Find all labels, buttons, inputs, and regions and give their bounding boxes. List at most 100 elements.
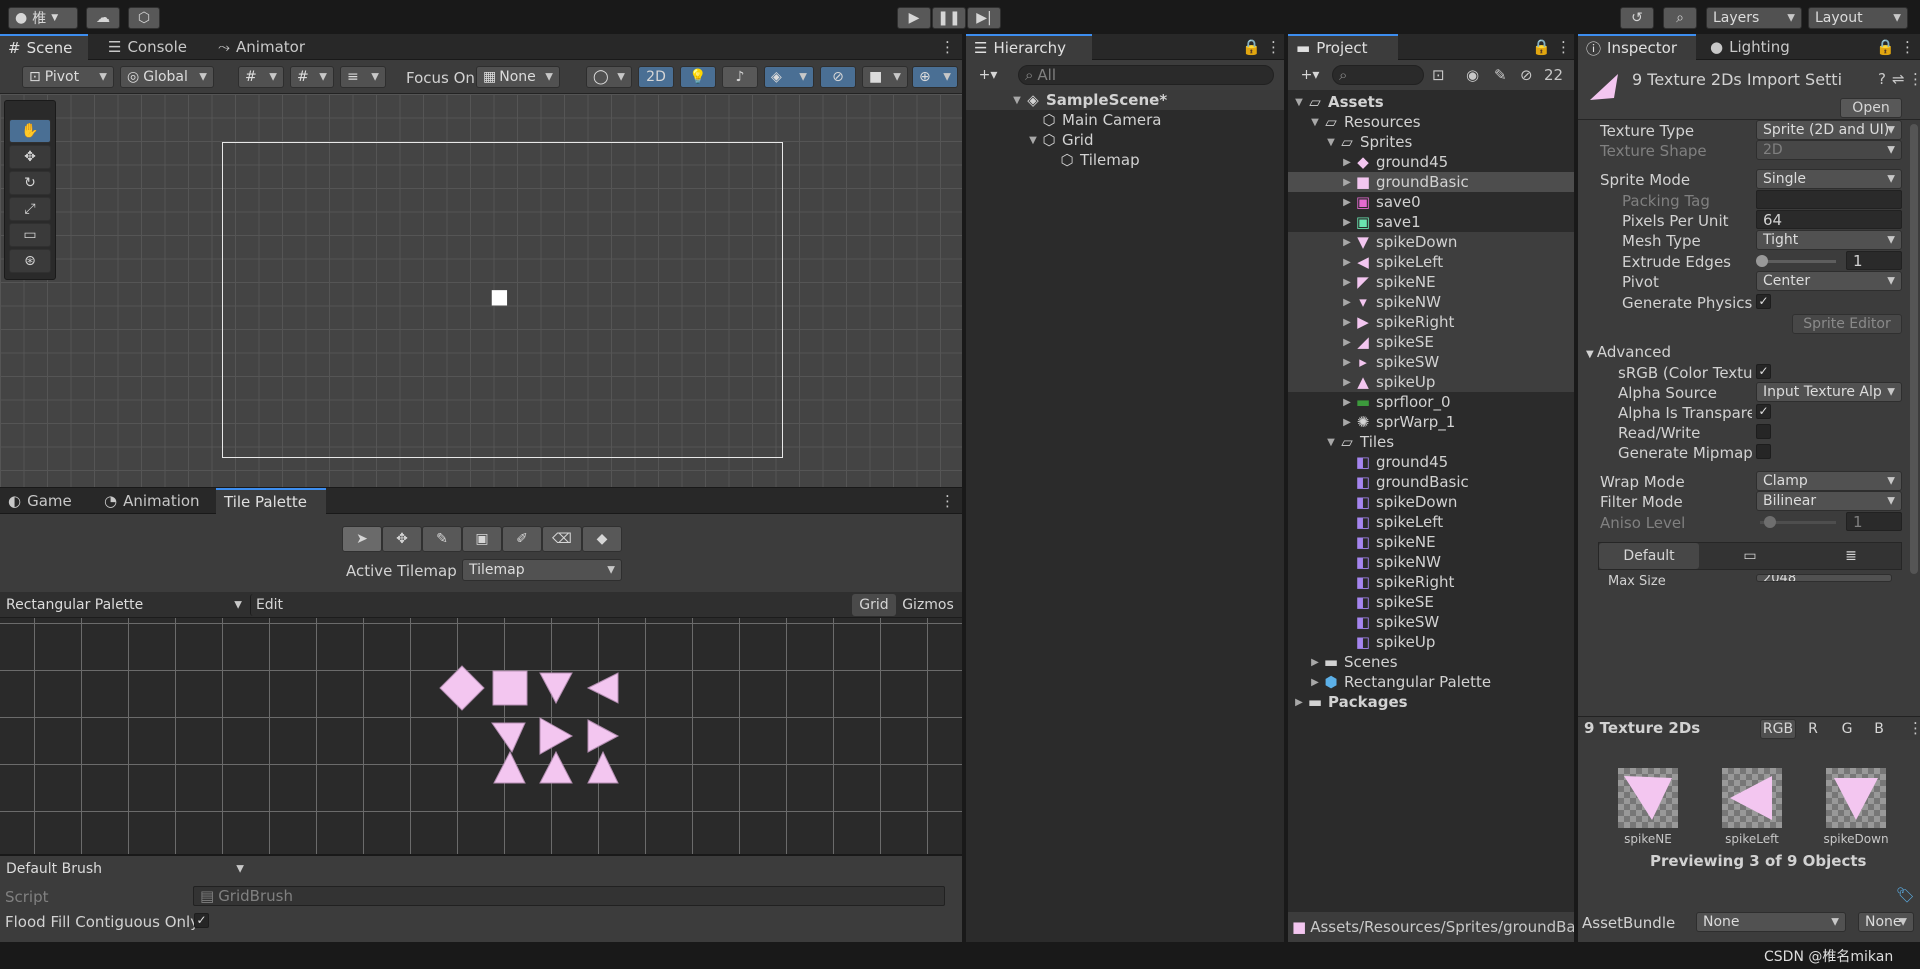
- tree-sprite-spikesw[interactable]: ▶ ▸ spikeSW: [1288, 352, 1439, 372]
- ruler-dropdown[interactable]: ≡ ▼: [340, 66, 386, 88]
- shading-dropdown[interactable]: ◯ ▼: [586, 66, 632, 88]
- preview-item[interactable]: spikeLeft: [1712, 768, 1792, 848]
- tree-rectangular-palette[interactable]: ▶ ⬢ Rectangular Palette: [1288, 672, 1491, 692]
- help-icon[interactable]: ?: [1878, 70, 1886, 88]
- search-by-type-icon[interactable]: ⊡: [1432, 66, 1445, 84]
- gizmos-dropdown[interactable]: ⊕ ▼: [912, 66, 958, 88]
- open-button[interactable]: Open: [1840, 98, 1902, 118]
- camera-gizmo-icon[interactable]: ■: [490, 284, 509, 308]
- hierarchy-search-input[interactable]: ⌕ All: [1018, 65, 1274, 85]
- tree-tile-ground45[interactable]: ◧ ground45: [1288, 452, 1448, 472]
- palette-grid[interactable]: [0, 618, 962, 854]
- tree-tile-groundbasic[interactable]: ◧ groundBasic: [1288, 472, 1469, 492]
- srgb-checkbox[interactable]: ✓: [1756, 364, 1771, 379]
- sprite-editor-button[interactable]: Sprite Editor: [1792, 314, 1902, 334]
- flood-fill-checkbox[interactable]: ✓: [194, 913, 209, 928]
- focus-on-dropdown[interactable]: ▦ None ▼: [476, 66, 560, 88]
- tree-sprite-spikeup[interactable]: ▶ ▲ spikeUp: [1288, 372, 1435, 392]
- account-dropdown[interactable]: ● 椎 ▼: [8, 7, 78, 29]
- tab-animator[interactable]: ⤳ Animator: [210, 34, 313, 60]
- tab-project[interactable]: ▬ Project: [1288, 34, 1398, 60]
- tab-inspector[interactable]: ⓘ Inspector: [1578, 34, 1696, 60]
- assetbundle-variant-dropdown[interactable]: None ▼: [1858, 912, 1914, 932]
- tab-console[interactable]: ☰ Console: [100, 34, 195, 60]
- tree-sprite-spikenw[interactable]: ▶ ▾ spikeNW: [1288, 292, 1441, 312]
- panel-menu-icon[interactable]: ⋮: [1556, 38, 1571, 56]
- tree-tile-spikeright[interactable]: ◧ spikeRight: [1288, 572, 1454, 592]
- hidden-packages-icon[interactable]: ⊘: [1520, 66, 1533, 84]
- cloud-button[interactable]: ☁: [86, 7, 120, 29]
- max-size-dropdown[interactable]: 2048: [1756, 574, 1892, 582]
- tree-sprite-groundbasic[interactable]: ▶ ■ groundBasic: [1288, 172, 1574, 192]
- fill-tool[interactable]: ◆: [582, 526, 622, 552]
- step-button[interactable]: ▶|: [967, 7, 1001, 29]
- advanced-foldout[interactable]: ▼ Advanced: [1586, 343, 1671, 361]
- tree-sprite-save0[interactable]: ▶ ▣ save0: [1288, 192, 1421, 212]
- tab-animation[interactable]: ◔ Animation: [96, 488, 208, 514]
- inspector-scrollbar[interactable]: [1910, 124, 1918, 574]
- extrude-edges-input[interactable]: 1: [1846, 251, 1902, 270]
- preset-icon[interactable]: ⇌: [1892, 70, 1905, 88]
- collab-button[interactable]: ⬡: [128, 7, 160, 29]
- select-brush-tool[interactable]: ➤: [342, 526, 382, 552]
- audio-toggle[interactable]: ♪: [722, 66, 758, 88]
- tab-scene[interactable]: # Scene: [0, 34, 88, 60]
- preview-b-button[interactable]: B: [1866, 719, 1892, 739]
- active-tilemap-dropdown[interactable]: Tilemap ▼: [462, 559, 622, 581]
- tree-tile-spikeleft[interactable]: ◧ spikeLeft: [1288, 512, 1443, 532]
- tree-tile-spikesw[interactable]: ◧ spikeSW: [1288, 612, 1439, 632]
- generate-physics-checkbox[interactable]: ✓: [1756, 294, 1771, 309]
- slider-handle[interactable]: [1756, 255, 1768, 267]
- palette-dropdown[interactable]: Rectangular Palette ▼: [0, 594, 248, 616]
- tree-tile-spikene[interactable]: ◧ spikeNE: [1288, 532, 1436, 552]
- panel-menu-icon[interactable]: ⋮: [940, 38, 955, 56]
- panel-menu-icon[interactable]: ⋮: [1266, 38, 1281, 56]
- gizmos-toggle[interactable]: Gizmos: [896, 594, 960, 616]
- tag-icon[interactable]: 🏷: [1896, 886, 1915, 904]
- tab-tile-palette[interactable]: Tile Palette: [216, 488, 326, 514]
- preview-item[interactable]: spikeDown: [1816, 768, 1896, 848]
- tree-sprite-spikene[interactable]: ▶ ◤ spikeNE: [1288, 272, 1435, 292]
- tree-tile-spikenw[interactable]: ◧ spikeNW: [1288, 552, 1441, 572]
- rect-tool[interactable]: ▭: [9, 223, 51, 247]
- mode-2d-toggle[interactable]: 2D: [638, 66, 674, 88]
- lock-icon[interactable]: 🔒: [1532, 38, 1551, 56]
- sprite-mode-dropdown[interactable]: Single ▼: [1756, 169, 1902, 189]
- tree-tile-spikese[interactable]: ◧ spikeSE: [1288, 592, 1434, 612]
- texture-type-dropdown[interactable]: Sprite (2D and UI) ▼: [1756, 120, 1902, 140]
- tree-sprite-spikeleft[interactable]: ▶ ◀ spikeLeft: [1288, 252, 1443, 272]
- project-search-input[interactable]: ⌕: [1332, 65, 1424, 85]
- search-button[interactable]: ⌕: [1663, 7, 1697, 29]
- create-dropdown[interactable]: +▾: [970, 64, 1006, 86]
- grid-toggle[interactable]: Grid: [852, 594, 896, 616]
- camera-dropdown[interactable]: ■ ▼: [862, 66, 908, 88]
- generate-mipmap-checkbox[interactable]: [1756, 444, 1771, 459]
- grid-snap-dropdown[interactable]: # ▼: [238, 66, 284, 88]
- edit-palette-button[interactable]: Edit: [250, 594, 288, 616]
- pause-button[interactable]: ❚❚: [932, 7, 966, 29]
- tree-tile-spikedown[interactable]: ◧ spikeDown: [1288, 492, 1457, 512]
- layers-dropdown[interactable]: Layers ▼: [1706, 7, 1802, 29]
- scale-tool[interactable]: ⤢: [9, 197, 51, 221]
- box-fill-tool[interactable]: ▣: [462, 526, 502, 552]
- preview-r-button[interactable]: R: [1800, 719, 1826, 739]
- tree-assets[interactable]: ▼ ▱ Assets: [1288, 92, 1384, 112]
- paint-brush-tool[interactable]: ✎: [422, 526, 462, 552]
- tree-tile-spikeup[interactable]: ◧ spikeUp: [1288, 632, 1435, 652]
- move-brush-tool[interactable]: ✥: [382, 526, 422, 552]
- inspector-menu-icon[interactable]: ⋮: [1908, 70, 1920, 88]
- tree-sprite-spikeright[interactable]: ▶ ▶ spikeRight: [1288, 312, 1454, 332]
- wrap-mode-dropdown[interactable]: Clamp ▼: [1756, 471, 1902, 491]
- alpha-source-dropdown[interactable]: Input Texture Alp ▼: [1756, 382, 1902, 402]
- layout-dropdown[interactable]: Layout ▼: [1808, 7, 1908, 29]
- hierarchy-item-tilemap[interactable]: ⬡ Tilemap: [966, 150, 1139, 170]
- tree-sprite-spikedown[interactable]: ▶ ▼ spikeDown: [1288, 232, 1457, 252]
- picker-tool[interactable]: ✐: [502, 526, 542, 552]
- packing-tag-input[interactable]: [1756, 190, 1902, 209]
- panel-menu-icon[interactable]: ⋮: [1900, 38, 1915, 56]
- filter-mode-dropdown[interactable]: Bilinear ▼: [1756, 491, 1902, 511]
- tree-sprite-sprwarp[interactable]: ▶ ✺ sprWarp_1: [1288, 412, 1455, 432]
- mesh-type-dropdown[interactable]: Tight ▼: [1756, 230, 1902, 250]
- play-button[interactable]: ▶: [897, 7, 931, 29]
- transform-tool[interactable]: ⊛: [9, 249, 51, 273]
